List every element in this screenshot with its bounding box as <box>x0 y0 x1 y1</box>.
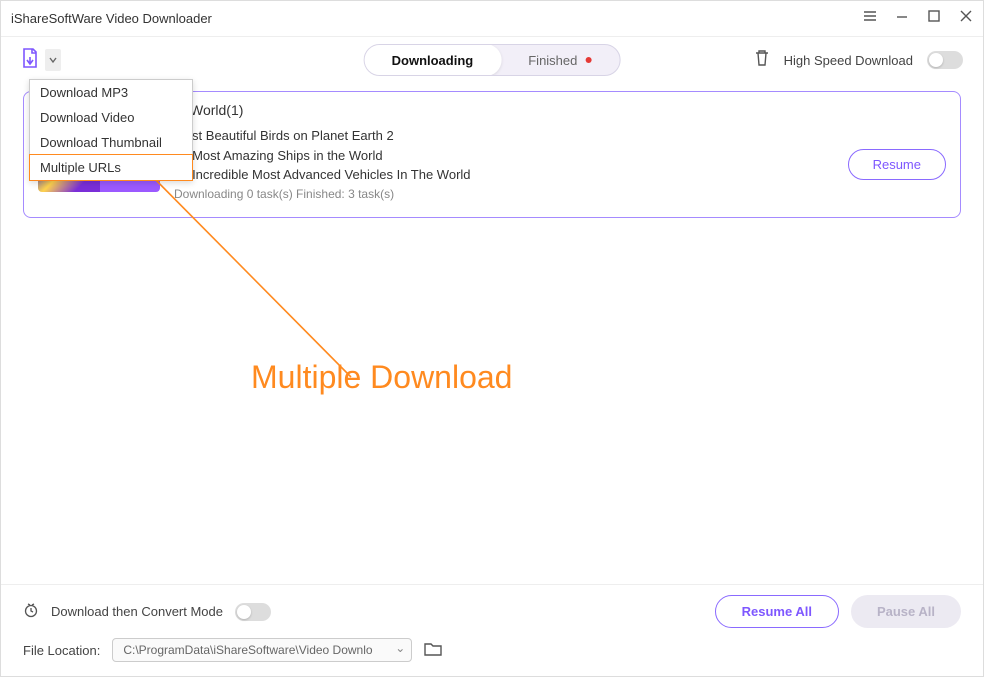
window-controls <box>863 9 973 28</box>
footer-row-2: File Location: C:\ProgramData\iShareSoft… <box>23 638 961 662</box>
task-lines: Most Beautiful Birds on Planet Earth 2 1… <box>174 126 834 203</box>
footer-buttons: Resume All Pause All <box>715 595 961 628</box>
resume-button[interactable]: Resume <box>848 149 946 180</box>
convert-mode-label: Download then Convert Mode <box>51 604 223 619</box>
high-speed-label: High Speed Download <box>784 53 913 68</box>
task-line-2: 12 Most Amazing Ships in the World <box>174 146 834 166</box>
window-title: iShareSoftWare Video Downloader <box>11 11 212 26</box>
task-line-3: 12 Incredible Most Advanced Vehicles In … <box>174 165 834 185</box>
tab-switcher: Downloading Finished <box>364 44 621 76</box>
menu-icon[interactable] <box>863 9 877 28</box>
maximize-icon[interactable] <box>927 9 941 28</box>
file-location-label: File Location: <box>23 643 100 658</box>
pause-all-button: Pause All <box>851 595 961 628</box>
trash-icon[interactable] <box>754 49 770 72</box>
paste-url-icon[interactable] <box>21 48 39 73</box>
dropdown-toggle[interactable] <box>45 49 61 71</box>
menu-download-thumbnail[interactable]: Download Thumbnail <box>30 130 192 155</box>
minimize-icon[interactable] <box>895 9 909 28</box>
tab-downloading[interactable]: Downloading <box>364 44 502 76</box>
task-status: Downloading 0 task(s) Finished: 3 task(s… <box>174 185 834 203</box>
tab-finished[interactable]: Finished <box>500 45 619 75</box>
close-icon[interactable] <box>959 9 973 28</box>
resume-all-button[interactable]: Resume All <box>715 595 839 628</box>
menu-download-video[interactable]: Download Video <box>30 105 192 130</box>
tab-finished-label: Finished <box>528 53 577 68</box>
url-dropdown-menu: Download MP3 Download Video Download Thu… <box>29 79 193 181</box>
titlebar: iShareSoftWare Video Downloader <box>1 1 983 37</box>
footer-row-1: Download then Convert Mode Resume All Pa… <box>23 595 961 628</box>
high-speed-toggle[interactable] <box>927 51 963 69</box>
menu-download-mp3[interactable]: Download MP3 <box>30 80 192 105</box>
notification-dot-icon <box>585 57 591 63</box>
folder-icon[interactable] <box>424 641 442 660</box>
add-url-tool <box>21 48 61 73</box>
toolbar: Downloading Finished High Speed Download <box>1 37 983 83</box>
file-location-select[interactable]: C:\ProgramData\iShareSoftware\Video Down… <box>112 638 412 662</box>
task-line-1: Most Beautiful Birds on Planet Earth 2 <box>174 126 834 146</box>
menu-multiple-urls[interactable]: Multiple URLs <box>29 154 193 181</box>
toolbar-right: High Speed Download <box>754 49 963 72</box>
clock-icon <box>23 602 39 621</box>
convert-mode-toggle[interactable] <box>235 603 271 621</box>
footer: Download then Convert Mode Resume All Pa… <box>1 584 983 676</box>
